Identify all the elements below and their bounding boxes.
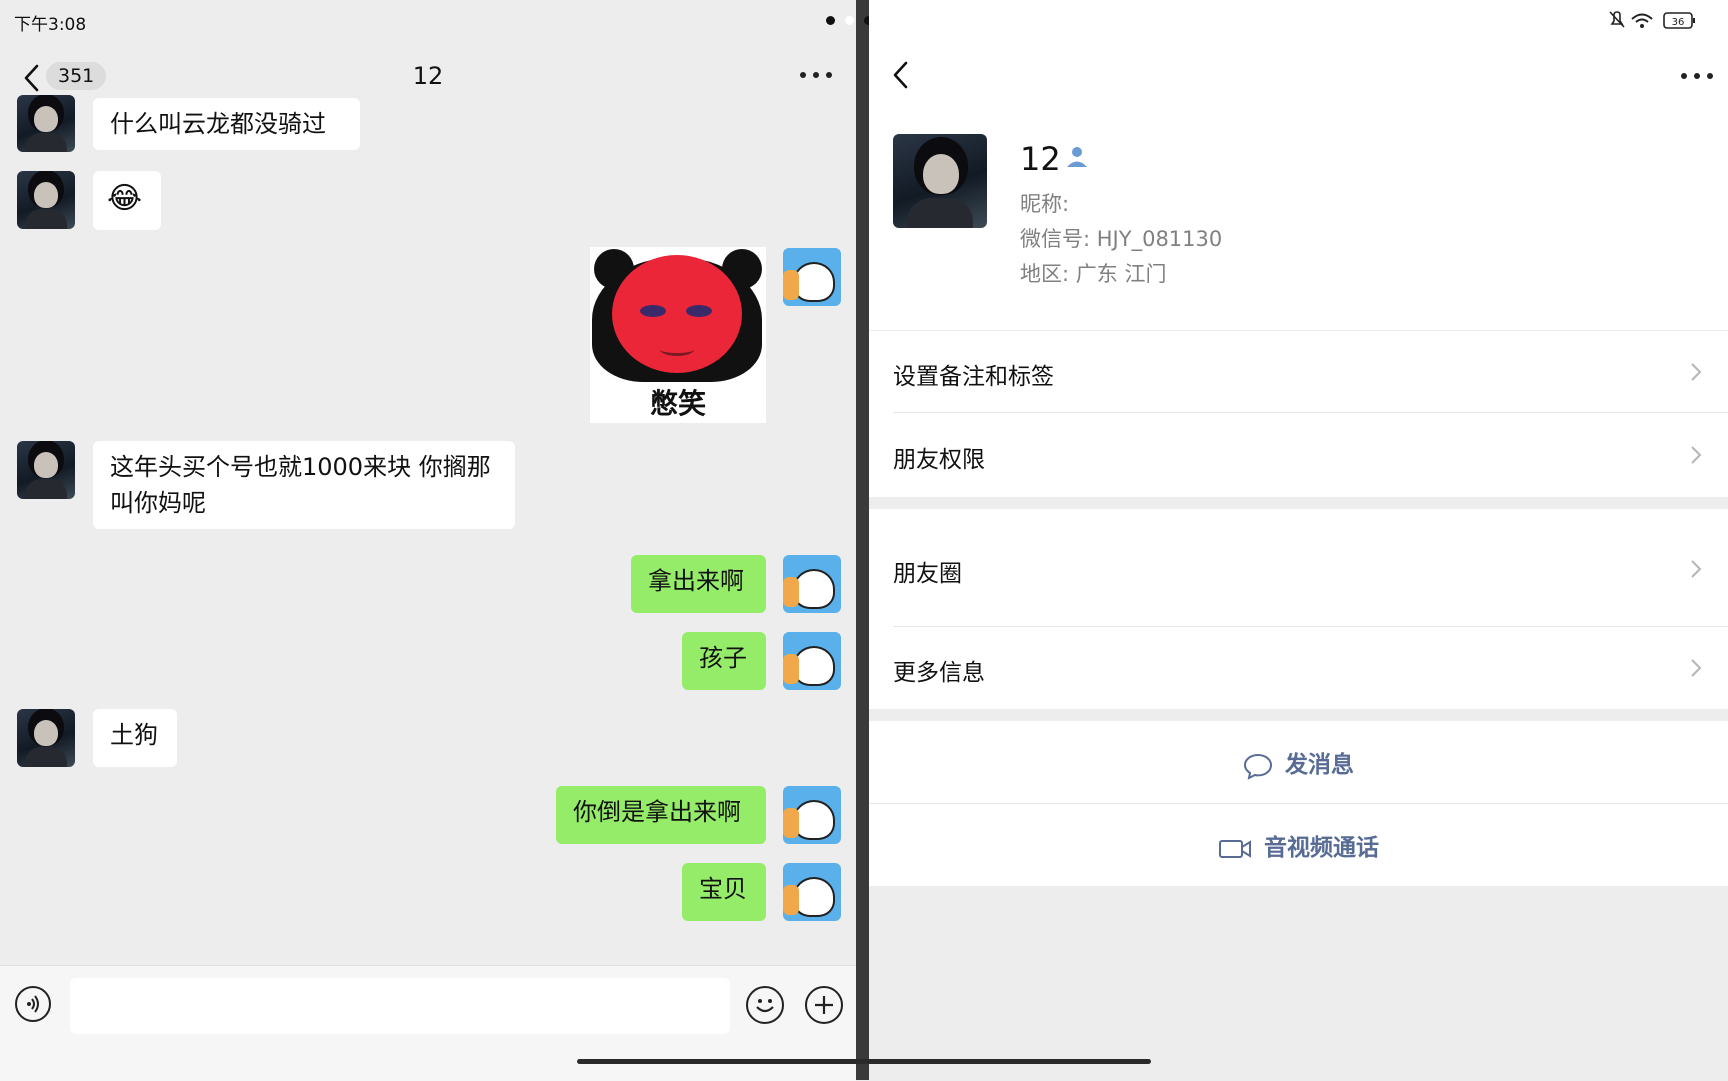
video-call-label: 音视频通话 (1264, 835, 1379, 861)
menu-label: 朋友圈 (893, 561, 962, 587)
friend-permissions-item[interactable]: 朋友权限 (869, 414, 1728, 496)
back-chevron-icon[interactable] (890, 60, 912, 90)
more-options-icon[interactable] (800, 72, 832, 78)
chevron-right-icon (1691, 659, 1702, 677)
wechat-id-row: 微信号: HJY_081130 (1020, 223, 1222, 253)
contact-avatar[interactable] (17, 441, 75, 499)
home-indicator[interactable] (577, 1059, 1151, 1064)
contact-avatar[interactable] (17, 171, 75, 229)
battery-level: 36 (1672, 17, 1685, 28)
wechat-id-value: HJY_081130 (1096, 227, 1223, 251)
region-label: 地区: (1020, 262, 1070, 286)
chat-title: 12 (412, 62, 444, 90)
incoming-message[interactable]: 😂 (93, 171, 161, 230)
menu-label: 更多信息 (893, 660, 985, 686)
send-message-label: 发消息 (1285, 752, 1354, 778)
wechat-id-label: 微信号: (1020, 227, 1091, 251)
outgoing-message[interactable]: 拿出来啊 (631, 555, 766, 613)
incoming-message[interactable]: 什么叫云龙都没骑过 (93, 98, 360, 150)
chat-bubble-icon (1243, 753, 1273, 780)
more-info-item[interactable]: 更多信息 (869, 627, 1728, 709)
my-avatar[interactable] (783, 863, 841, 921)
contact-avatar[interactable] (17, 95, 75, 152)
profile-pane: 36 12 昵称: 微信号: HJY_081130 地区: 广东 江门 设置备注… (869, 0, 1728, 1080)
incoming-message[interactable]: 土狗 (93, 709, 177, 767)
profile-avatar[interactable] (893, 134, 987, 228)
profile-header: 36 12 昵称: 微信号: HJY_081130 地区: 广东 江门 (869, 0, 1728, 330)
video-camera-icon (1219, 839, 1251, 858)
my-avatar[interactable] (783, 555, 841, 613)
contact-avatar[interactable] (17, 709, 75, 767)
region-value: 广东 江门 (1075, 262, 1167, 286)
tears-of-joy-emoji-icon: 😂 (107, 181, 143, 216)
outgoing-message[interactable]: 孩子 (682, 632, 766, 690)
menu-label: 朋友权限 (893, 447, 985, 473)
chevron-right-icon (1691, 446, 1702, 464)
voice-input-icon[interactable] (15, 986, 51, 1022)
person-icon (1067, 147, 1087, 167)
menu-label: 设置备注和标签 (893, 364, 1054, 390)
split-divider[interactable] (826, 0, 873, 1080)
my-avatar[interactable] (783, 632, 841, 690)
chevron-right-icon (1691, 363, 1702, 381)
sticker-caption: 憋笑 (590, 385, 766, 423)
message-line: 叫你妈呢 (110, 489, 206, 517)
message-input[interactable] (70, 978, 730, 1034)
settings-group: 设置备注和标签 朋友权限 (869, 331, 1728, 497)
send-message-button[interactable]: 发消息 (869, 721, 1728, 803)
chat-pane: 下午3:08 351 12 什么叫云龙都没骑过 😂 憋笑 这年头买个号也就100… (0, 0, 856, 1081)
my-avatar[interactable] (783, 786, 841, 844)
video-call-button[interactable]: 音视频通话 (869, 804, 1728, 886)
nickname-label: 昵称: (1020, 192, 1070, 216)
sticker-message[interactable]: 憋笑 (590, 247, 766, 423)
outgoing-message[interactable]: 你倒是拿出来啊 (556, 786, 766, 844)
profile-name: 12 (1020, 140, 1061, 178)
plus-icon[interactable] (805, 986, 843, 1024)
region-row: 地区: 广东 江门 (1020, 258, 1166, 288)
status-icons: 36 (1609, 11, 1695, 29)
more-options-icon[interactable] (1681, 73, 1713, 79)
emoji-icon[interactable] (746, 986, 784, 1024)
status-time: 下午3:08 (14, 15, 87, 35)
my-avatar[interactable] (783, 248, 841, 306)
moments-item[interactable]: 朋友圈 (869, 509, 1728, 627)
chevron-right-icon (1691, 560, 1702, 578)
message-line: 这年头买个号也就1000来块 你搁那 (110, 453, 491, 481)
remarks-and-tags-item[interactable]: 设置备注和标签 (869, 331, 1728, 413)
moments-group: 朋友圈 更多信息 (869, 509, 1728, 709)
incoming-message[interactable]: 这年头买个号也就1000来块 你搁那 叫你妈呢 (93, 441, 515, 529)
outgoing-message[interactable]: 宝贝 (682, 863, 766, 921)
